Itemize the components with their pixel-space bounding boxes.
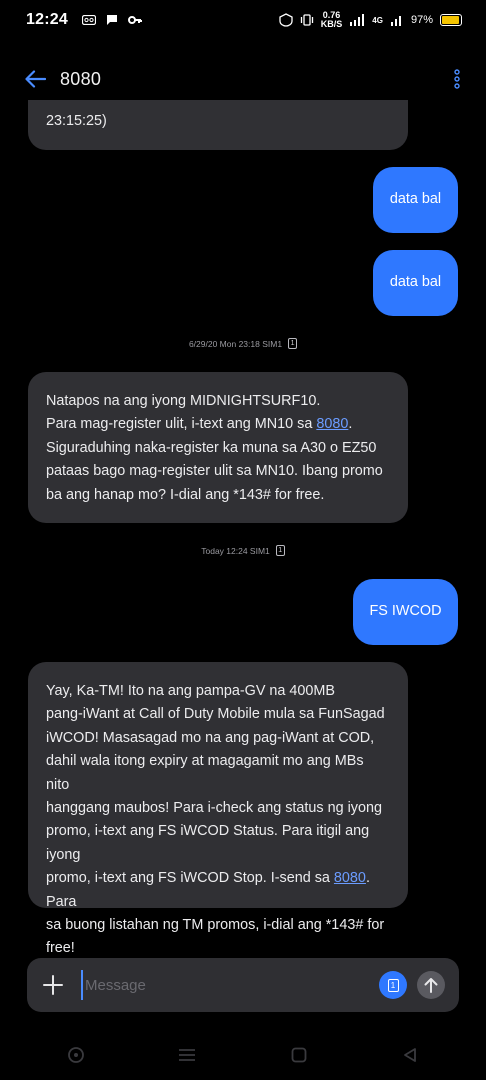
send-arrow-icon — [424, 978, 438, 993]
battery-fill — [442, 16, 460, 24]
message-line: promo, i-text ang FS iWCOD Stop. I-send … — [46, 870, 370, 910]
message-text: data bal — [389, 191, 442, 208]
system-nav-bar — [0, 1030, 486, 1080]
compose-bar: 1 — [27, 958, 459, 1012]
more-vert-icon — [454, 69, 460, 89]
message-line: Natapos na ang iyong MIDNIGHTSURF10. — [46, 393, 321, 409]
messaging-screen: 12:24 0.76 KB/S 4G 97% 8080 23:15:25) da… — [0, 0, 486, 1080]
message-line: ba ang hanap mo? I-dial ang *143# for fr… — [46, 486, 325, 503]
sim-icon: 1 — [387, 978, 399, 992]
sim-icon: 1 — [275, 545, 285, 556]
attach-button[interactable] — [41, 973, 65, 997]
network-speed: 0.76 KB/S — [321, 11, 343, 29]
signal-2-icon — [390, 16, 401, 26]
back-nav-button[interactable] — [395, 1040, 425, 1070]
vpn-icon — [279, 13, 293, 27]
message-line: sa buong listahan ng TM promos, i-dial a… — [46, 917, 385, 934]
message-text: FS IWCOD — [369, 603, 442, 620]
message-line: pataas bago mag-register ulit sa MN10. I… — [46, 463, 383, 480]
message-timestamp: Today 12:24 SIM1 1 — [0, 545, 486, 556]
message-line: dahil wala itong expiry at magagamit mo … — [46, 753, 364, 793]
message-line: iWCOD! Masasagad mo na ang pag-iWant at … — [46, 729, 375, 746]
message-incoming[interactable]: Natapos na ang iyong MIDNIGHTSURF10. Par… — [28, 372, 408, 523]
message-outgoing[interactable]: FS IWCOD — [353, 579, 458, 645]
plus-icon — [43, 975, 63, 995]
signal-icon — [350, 14, 365, 26]
send-button[interactable] — [417, 971, 445, 999]
status-right: 0.76 KB/S 4G 97% — [279, 11, 462, 29]
message-line: Yay, Ka-TM! Ito na ang pampa-GV na 400MB — [46, 683, 336, 699]
message-notification-icon — [106, 15, 117, 25]
more-options-button[interactable] — [450, 67, 464, 91]
speed-unit: KB/S — [320, 19, 343, 29]
voicemail-icon — [81, 15, 96, 25]
home-circle-icon — [67, 1047, 84, 1063]
message-line: hanggang maubos! Para i-check ang status… — [46, 800, 383, 817]
message-line: Siguraduhing naka-register ka muna sa A3… — [46, 439, 377, 456]
battery-percent: 97% — [410, 14, 433, 26]
message-text: data bal — [389, 274, 442, 291]
square-icon — [291, 1047, 307, 1063]
message-incoming-partial[interactable]: 23:15:25) — [28, 100, 408, 150]
message-line: pang-iWant at Call of Duty Mobile mula s… — [46, 706, 385, 723]
network-type: 4G — [372, 15, 383, 25]
back-triangle-icon — [404, 1048, 417, 1062]
sim-icon: 1 — [288, 338, 298, 349]
timestamp-text: 6/29/20 Mon 23:18 SIM1 — [188, 338, 283, 349]
phone-link[interactable]: 8080 — [316, 416, 348, 432]
notification-icons — [81, 14, 142, 26]
battery-icon — [440, 14, 462, 26]
home-button[interactable] — [284, 1040, 314, 1070]
key-icon — [127, 16, 142, 24]
back-button[interactable] — [22, 66, 48, 92]
vibrate-icon — [300, 14, 313, 26]
status-time: 12:24 — [26, 11, 68, 28]
message-timestamp: 6/29/20 Mon 23:18 SIM1 1 — [0, 338, 486, 349]
message-outgoing[interactable]: data bal — [373, 250, 458, 316]
recents-button[interactable] — [172, 1040, 202, 1070]
phone-link[interactable]: 8080 — [334, 870, 366, 886]
message-outgoing[interactable]: data bal — [373, 167, 458, 233]
sim-select-button[interactable]: 1 — [379, 971, 407, 999]
timestamp-text: Today 12:24 SIM1 — [201, 545, 270, 556]
message-input[interactable] — [81, 970, 379, 1000]
message-incoming[interactable]: Yay, Ka-TM! Ito na ang pampa-GV na 400MB… — [28, 662, 408, 956]
message-line: promo, i-text ang FS iWCOD Status. Para … — [46, 823, 370, 863]
status-bar: 12:24 0.76 KB/S 4G 97% — [0, 0, 486, 40]
message-line: Para mag-register ulit, i-text ang MN10 … — [46, 416, 353, 433]
menu-icon — [179, 1049, 196, 1061]
assistant-button[interactable] — [61, 1040, 91, 1070]
app-bar: 8080 — [0, 56, 486, 102]
conversation-title: 8080 — [60, 68, 102, 89]
message-text: 23:15:25) — [46, 113, 107, 129]
back-arrow-icon — [25, 70, 46, 88]
